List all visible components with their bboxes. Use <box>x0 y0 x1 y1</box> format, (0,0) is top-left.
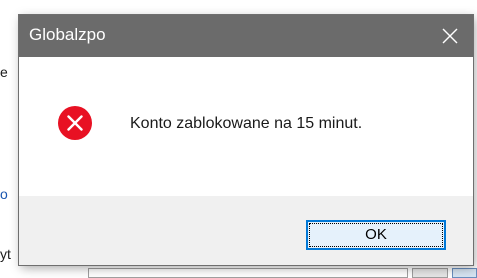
close-button[interactable] <box>427 15 473 57</box>
dialog-content: Konto zablokowane na 15 minut. <box>19 57 473 196</box>
dialog-title: Globalzpo <box>29 25 106 44</box>
background-text: e <box>0 64 8 80</box>
dialog-message: Konto zablokowane na 15 minut. <box>130 115 363 132</box>
background-input <box>88 268 408 278</box>
background-window <box>0 0 477 8</box>
screen: e o yt Globalzpo Konto zablokowane na 15… <box>0 0 477 278</box>
message-dialog: Globalzpo Konto zablokowane na 15 minut.… <box>19 15 473 265</box>
ok-button[interactable]: OK <box>306 220 446 250</box>
close-icon <box>442 28 458 44</box>
background-link: o <box>0 186 8 202</box>
dialog-footer: OK <box>19 196 473 265</box>
ok-button-label: OK <box>365 226 387 243</box>
background-text: yt <box>0 246 11 262</box>
background-button <box>452 268 477 278</box>
background-window-edge <box>0 0 20 278</box>
dialog-titlebar[interactable]: Globalzpo <box>19 15 473 57</box>
error-icon <box>58 106 92 140</box>
background-button <box>412 268 448 278</box>
